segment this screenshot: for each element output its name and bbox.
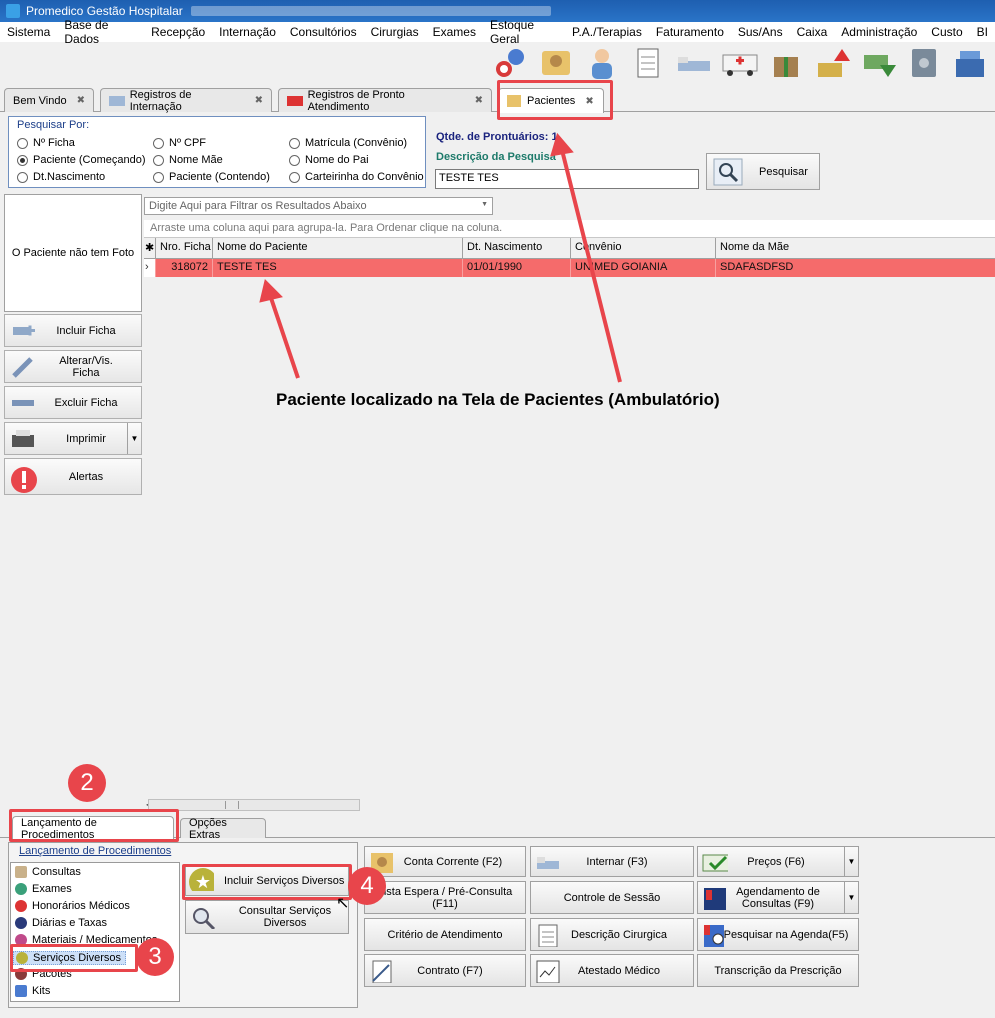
step-badge-4: 4 bbox=[348, 867, 386, 905]
controle-sessao-button[interactable]: Controle de Sessão bbox=[530, 881, 694, 914]
descricao-cirurgica-button[interactable]: Descrição Cirurgica bbox=[530, 918, 694, 951]
package-icon bbox=[15, 968, 27, 980]
list-item-diarias[interactable]: Diárias e Taxas bbox=[15, 917, 107, 929]
annotation-text: Paciente localizado na Tela de Pacientes… bbox=[276, 390, 720, 409]
list-item-label: Honorários Médicos bbox=[32, 900, 130, 912]
list-item-label: Exames bbox=[32, 883, 72, 895]
star-icon bbox=[16, 952, 28, 964]
magnifier-icon bbox=[193, 908, 216, 929]
step-badge-2: 2 bbox=[68, 764, 106, 802]
internar-label: Internar (F3) bbox=[586, 855, 648, 868]
phone-calendar-icon bbox=[704, 888, 726, 910]
arrow-to-tab bbox=[560, 149, 622, 383]
criterio-atendimento-button[interactable]: Critério de Atendimento bbox=[364, 918, 526, 951]
pill-icon bbox=[15, 934, 27, 946]
star-icon: ★ bbox=[189, 868, 214, 891]
tab-label: Lançamento de Procedimentos bbox=[21, 817, 97, 841]
contrato-button[interactable]: Contrato (F7) bbox=[364, 954, 526, 987]
consult-services-label: Consultar Serviços Diversos bbox=[238, 905, 332, 929]
doctor-icon bbox=[15, 866, 27, 878]
chevron-down-icon[interactable]: ▼ bbox=[844, 882, 858, 913]
atestado-medico-button[interactable]: Atestado Médico bbox=[530, 954, 694, 987]
conta-corrente-label: Conta Corrente (F2) bbox=[403, 855, 503, 868]
contrato-label: Contrato (F7) bbox=[417, 964, 483, 977]
price-check-icon bbox=[702, 854, 728, 872]
arrow-head-tab bbox=[550, 132, 574, 157]
list-item-honorarios[interactable]: Honorários Médicos bbox=[15, 900, 130, 912]
agendamento-consultas-button[interactable]: Agendamento de Consultas (F9) ▼ bbox=[697, 881, 859, 914]
mouse-cursor-icon: ↖ bbox=[336, 895, 350, 912]
criterio-label: Critério de Atendimento bbox=[387, 928, 503, 941]
chevron-down-icon[interactable]: ▼ bbox=[844, 847, 858, 876]
list-item-kits[interactable]: Kits bbox=[15, 985, 50, 997]
procedures-legend: Lançamento de Procedimentos bbox=[19, 845, 172, 857]
step-badge-3: 3 bbox=[136, 938, 174, 976]
list-item-servicos-diversos[interactable]: Serviços Diversos bbox=[13, 951, 127, 965]
arrow-to-row bbox=[268, 294, 300, 379]
contract-icon bbox=[372, 960, 392, 983]
list-item-exames[interactable]: Exames bbox=[15, 883, 72, 895]
search-calendar-icon bbox=[704, 925, 724, 947]
arrow-head-row bbox=[259, 279, 283, 303]
list-item-label: Serviços Diversos bbox=[33, 952, 122, 964]
red-cross-icon bbox=[15, 900, 27, 912]
list-item-label: Kits bbox=[32, 985, 51, 997]
lista-espera-button[interactable]: Lista Espera / Pré-Consulta (F11) bbox=[364, 881, 526, 914]
svg-text:★: ★ bbox=[195, 872, 211, 891]
calendar-icon bbox=[15, 917, 27, 929]
tab-opcoes-extras[interactable]: Opções Extras bbox=[180, 816, 266, 841]
bed-icon bbox=[537, 857, 559, 869]
horizontal-scrollbar[interactable] bbox=[148, 799, 360, 811]
conta-corrente-button[interactable]: Conta Corrente (F2) bbox=[364, 846, 526, 877]
controle-sessao-label: Controle de Sessão bbox=[563, 891, 661, 904]
list-item-label: Diárias e Taxas bbox=[32, 917, 107, 929]
consult-services-button[interactable]: Consultar Serviços Diversos bbox=[185, 900, 349, 934]
tab-label: Opções Extras bbox=[189, 816, 227, 841]
lista-espera-label: Lista Espera / Pré-Consulta (F11) bbox=[377, 885, 513, 910]
transcricao-prescricao-button[interactable]: Transcrição da Prescrição bbox=[697, 954, 859, 987]
include-services-button[interactable]: ★ Incluir Serviços Diversos bbox=[185, 866, 349, 896]
surgery-document-icon bbox=[538, 924, 558, 947]
tab-lancamento-procedimentos[interactable]: Lançamento de Procedimentos bbox=[12, 816, 174, 841]
pesquisar-agenda-label: Pesquisar na Agenda(F5) bbox=[723, 928, 849, 941]
heartbeat-icon bbox=[15, 883, 27, 895]
list-item-label: Consultas bbox=[32, 866, 81, 878]
list-item-pacotes[interactable]: Pacotes bbox=[15, 968, 72, 980]
list-item-materiais[interactable]: Materiais / Medicamentos bbox=[15, 934, 157, 946]
certificate-icon bbox=[536, 960, 560, 983]
list-item-consultas[interactable]: Consultas bbox=[15, 866, 81, 878]
list-item-label: Pacotes bbox=[32, 968, 72, 980]
precos-label: Preços (F6) bbox=[747, 855, 805, 868]
transcricao-label: Transcrição da Prescrição bbox=[714, 964, 842, 977]
bottom-tabstrip: Lançamento de Procedimentos Opções Extra… bbox=[0, 816, 995, 841]
procedures-list[interactable]: Consultas Exames Honorários Médicos Diár… bbox=[10, 862, 180, 1002]
internar-button[interactable]: Internar (F3) bbox=[530, 846, 694, 877]
precos-button[interactable]: Preços (F6) ▼ bbox=[697, 846, 859, 877]
list-item-label: Materiais / Medicamentos bbox=[32, 934, 158, 946]
descricao-cirurgica-label: Descrição Cirurgica bbox=[571, 928, 667, 941]
include-services-label: Incluir Serviços Diversos bbox=[224, 875, 345, 887]
kit-icon bbox=[15, 985, 27, 997]
pesquisar-agenda-button[interactable]: Pesquisar na Agenda(F5) bbox=[697, 918, 859, 951]
scroll-thumb-grip bbox=[225, 801, 239, 809]
atestado-label: Atestado Médico bbox=[578, 964, 660, 977]
